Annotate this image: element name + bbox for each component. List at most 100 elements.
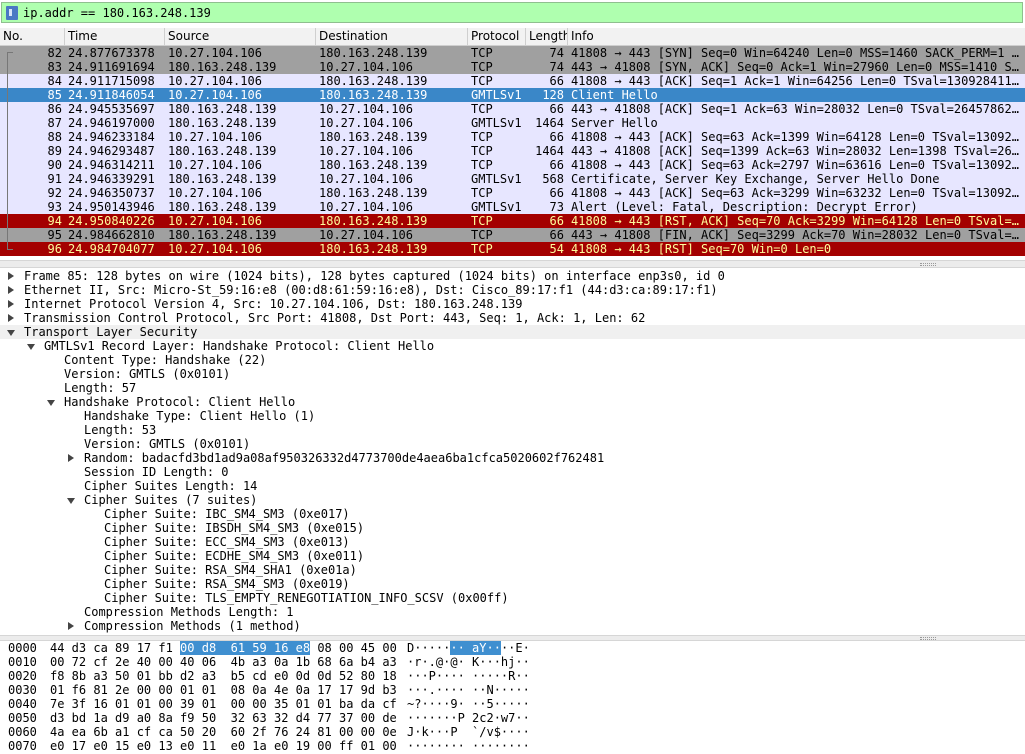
collapse-arrow-icon[interactable] xyxy=(47,400,55,406)
tree-item[interactable]: Compression Methods (1 method) xyxy=(0,619,1025,633)
packet-row[interactable]: 90 24.946314211 10.27.104.106 180.163.248.1… xyxy=(0,158,1025,172)
hex-row[interactable]: 0000 44 d3 ca 89 17 f1 00 d8 61 59 16 e8 … xyxy=(0,641,1025,655)
packet-row[interactable]: 89 24.946293487 180.163.248.139 10.27.104.1… xyxy=(0,144,1025,158)
hex-ascii[interactable]: ·······P 2c2·w7·· xyxy=(407,711,530,725)
hex-row[interactable]: 0040 7e 3f 16 01 01 00 39 01 00 00 35 01 … xyxy=(0,697,1025,711)
bookmark-icon[interactable] xyxy=(6,6,18,20)
hex-bytes[interactable]: 00 72 cf 2e 40 00 40 06 4b a3 0a 1b 68 6… xyxy=(50,655,397,669)
packet-info-cell: 41808 → 443 [ACK] Seq=63 Ack=3299 Win=63… xyxy=(571,186,1019,200)
hex-row[interactable]: 0030 01 f6 81 2e 00 00 01 01 08 0a 4e 0a … xyxy=(0,683,1025,697)
column-header-protocol[interactable]: Protocol xyxy=(468,28,526,46)
packet-protocol-cell: TCP xyxy=(471,60,493,74)
tree-item[interactable]: Cipher Suites (7 suites) xyxy=(0,493,1025,507)
packet-length-cell: 1464 xyxy=(535,144,564,158)
pane-splitter[interactable] xyxy=(0,260,1025,268)
expand-arrow-icon[interactable] xyxy=(68,454,74,462)
packet-row[interactable]: 84 24.911715098 10.27.104.106 180.163.248.1… xyxy=(0,74,1025,88)
packet-row[interactable]: 91 24.946339291 180.163.248.139 10.27.104.1… xyxy=(0,172,1025,186)
tree-item[interactable]: GMTLSv1 Record Layer: Handshake Protocol… xyxy=(0,339,1025,353)
hex-bytes[interactable]: 44 d3 ca 89 17 f1 00 d8 61 59 16 e8 08 0… xyxy=(50,641,397,655)
column-header-length[interactable]: Length xyxy=(526,28,568,46)
hex-row[interactable]: 0060 4a ea 6b a1 cf ca 50 20 60 2f 76 24 … xyxy=(0,725,1025,739)
tree-item-label: Session ID Length: 0 xyxy=(84,465,229,479)
tree-item[interactable]: Cipher Suite: IBSDH_SM4_SM3 (0xe015) xyxy=(0,521,1025,535)
tree-item[interactable]: Cipher Suite: TLS_EMPTY_RENEGOTIATION_IN… xyxy=(0,591,1025,605)
conversation-bracket xyxy=(7,172,13,186)
hex-ascii[interactable]: ···P···· ·····R·· xyxy=(407,669,530,683)
packet-row[interactable]: 85 24.911846054 10.27.104.106 180.163.248.1… xyxy=(0,88,1025,102)
expand-arrow-icon[interactable] xyxy=(68,622,74,630)
packet-row[interactable]: 95 24.984662810 180.163.248.139 10.27.104.1… xyxy=(0,228,1025,242)
hex-ascii[interactable]: ········ ········ xyxy=(407,739,530,753)
hex-bytes[interactable]: 4a ea 6b a1 cf ca 50 20 60 2f 76 24 81 0… xyxy=(50,725,397,739)
packet-row[interactable]: 83 24.911691694 180.163.248.139 10.27.104.1… xyxy=(0,60,1025,74)
packet-info-cell: 41808 → 443 [ACK] Seq=63 Ack=2797 Win=63… xyxy=(571,158,1019,172)
hex-ascii[interactable]: ·r·.@·@· K···hj·· xyxy=(407,655,530,669)
hex-bytes[interactable]: 01 f6 81 2e 00 00 01 01 08 0a 4e 0a 17 1… xyxy=(50,683,397,697)
tree-item[interactable]: Frame 85: 128 bytes on wire (1024 bits),… xyxy=(0,269,1025,283)
packet-row[interactable]: 88 24.946233184 10.27.104.106 180.163.248.1… xyxy=(0,130,1025,144)
collapse-arrow-icon[interactable] xyxy=(7,330,15,336)
tree-item[interactable]: Ethernet II, Src: Micro-St_59:16:e8 (00:… xyxy=(0,283,1025,297)
packet-row[interactable]: 86 24.945535697 180.163.248.139 10.27.104.1… xyxy=(0,102,1025,116)
packet-info-cell: 41808 → 443 [ACK] Seq=63 Ack=1399 Win=64… xyxy=(571,130,1019,144)
tree-item[interactable]: Length: 57 xyxy=(0,381,1025,395)
packet-protocol-cell: TCP xyxy=(471,228,493,242)
tree-item[interactable]: Compression Methods Length: 1 xyxy=(0,605,1025,619)
packet-row[interactable]: 82 24.877673378 10.27.104.106 180.163.248.1… xyxy=(0,46,1025,60)
packet-info-cell: Certificate, Server Key Exchange, Server… xyxy=(571,172,940,186)
tree-item[interactable]: Version: GMTLS (0x0101) xyxy=(0,437,1025,451)
packet-destination-cell: 180.163.248.139 xyxy=(319,242,428,256)
splitter-grip[interactable] xyxy=(920,263,936,266)
hex-bytes[interactable]: d3 bd 1a d9 a0 8a f9 50 32 63 32 d4 77 3… xyxy=(50,711,397,725)
tree-item[interactable]: Version: GMTLS (0x0101) xyxy=(0,367,1025,381)
column-header-time[interactable]: Time xyxy=(65,28,165,46)
tree-item[interactable]: Cipher Suite: RSA_SM4_SHA1 (0xe01a) xyxy=(0,563,1025,577)
packet-row[interactable]: 87 24.946197000 180.163.248.139 10.27.104.1… xyxy=(0,116,1025,130)
display-filter-input[interactable] xyxy=(23,4,1013,22)
expand-arrow-icon[interactable] xyxy=(8,286,14,294)
hex-row[interactable]: 0070 e0 17 e0 15 e0 13 e0 11 e0 1a e0 19 … xyxy=(0,739,1025,753)
packet-row[interactable]: 94 24.950840226 10.27.104.106 180.163.248.1… xyxy=(0,214,1025,228)
tree-item[interactable]: Length: 53 xyxy=(0,423,1025,437)
packet-row[interactable]: 96 24.984704077 10.27.104.106 180.163.248.1… xyxy=(0,242,1025,256)
hex-ascii[interactable]: J·k···P `/v$···· xyxy=(407,725,530,739)
column-header-info[interactable]: Info xyxy=(568,28,1025,46)
expand-arrow-icon[interactable] xyxy=(8,300,14,308)
hex-row[interactable]: 0020 f8 8b a3 50 01 bb d2 a3 b5 cd e0 0d … xyxy=(0,669,1025,683)
tree-item[interactable]: Cipher Suite: ECDHE_SM4_SM3 (0xe011) xyxy=(0,549,1025,563)
hex-offset: 0070 xyxy=(8,739,37,753)
tree-item[interactable]: Cipher Suite: IBC_SM4_SM3 (0xe017) xyxy=(0,507,1025,521)
hex-ascii[interactable]: D······· aY····E· xyxy=(407,641,530,655)
column-header-destination[interactable]: Destination xyxy=(316,28,468,46)
column-header-source[interactable]: Source xyxy=(165,28,316,46)
tree-item[interactable]: Internet Protocol Version 4, Src: 10.27.… xyxy=(0,297,1025,311)
tree-item[interactable]: Cipher Suite: RSA_SM4_SM3 (0xe019) xyxy=(0,577,1025,591)
packet-row[interactable]: 93 24.950143946 180.163.248.139 10.27.104.1… xyxy=(0,200,1025,214)
tree-item[interactable]: Cipher Suites Length: 14 xyxy=(0,479,1025,493)
tree-item[interactable]: Cipher Suite: ECC_SM4_SM3 (0xe013) xyxy=(0,535,1025,549)
tree-item-label: Version: GMTLS (0x0101) xyxy=(64,367,231,381)
tree-item[interactable]: Transport Layer Security xyxy=(0,325,1025,339)
tree-item[interactable]: Handshake Protocol: Client Hello xyxy=(0,395,1025,409)
collapse-arrow-icon[interactable] xyxy=(67,498,75,504)
hex-bytes[interactable]: f8 8b a3 50 01 bb d2 a3 b5 cd e0 0d 0d 5… xyxy=(50,669,397,683)
expand-arrow-icon[interactable] xyxy=(8,314,14,322)
expand-arrow-icon[interactable] xyxy=(8,272,14,280)
collapse-arrow-icon[interactable] xyxy=(27,344,35,350)
tree-item[interactable]: Random: badacfd3bd1ad9a08af950326332d477… xyxy=(0,451,1025,465)
hex-row[interactable]: 0050 d3 bd 1a d9 a0 8a f9 50 32 63 32 d4 … xyxy=(0,711,1025,725)
splitter-grip-bottom[interactable] xyxy=(920,637,936,640)
column-header-no[interactable]: No. xyxy=(0,28,65,46)
hex-bytes[interactable]: e0 17 e0 15 e0 13 e0 11 e0 1a e0 19 00 f… xyxy=(50,739,397,753)
tree-item[interactable]: Session ID Length: 0 xyxy=(0,465,1025,479)
tree-item[interactable]: Handshake Type: Client Hello (1) xyxy=(0,409,1025,423)
packet-row[interactable]: 92 24.946350737 10.27.104.106 180.163.248.1… xyxy=(0,186,1025,200)
hex-ascii[interactable]: ~?····9· ··5····· xyxy=(407,697,530,711)
hex-ascii[interactable]: ···.···· ··N····· xyxy=(407,683,530,697)
tree-item[interactable]: Transmission Control Protocol, Src Port:… xyxy=(0,311,1025,325)
hex-bytes[interactable]: 7e 3f 16 01 01 00 39 01 00 00 35 01 01 b… xyxy=(50,697,397,711)
conversation-bracket xyxy=(7,74,13,88)
hex-row[interactable]: 0010 00 72 cf 2e 40 00 40 06 4b a3 0a 1b … xyxy=(0,655,1025,669)
tree-item[interactable]: Content Type: Handshake (22) xyxy=(0,353,1025,367)
